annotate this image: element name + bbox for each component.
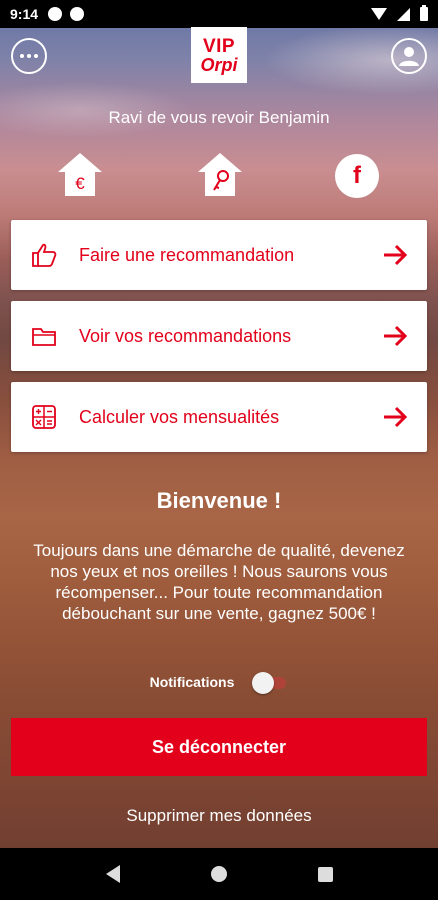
calculate-payments-button[interactable]: Calculer vos mensualités: [11, 382, 427, 452]
notifications-toggle[interactable]: [252, 671, 288, 694]
app-screen: 9:14 VIP Orpi Ravi de vous revoir Benjam…: [0, 0, 438, 900]
notifications-label: Notifications: [149, 674, 235, 690]
signal-icon: [397, 7, 410, 21]
status-bar: 9:14: [0, 0, 438, 28]
vip-orpi-logo: VIP Orpi: [191, 27, 247, 83]
arrow-right-icon: [384, 244, 408, 266]
calculator-icon: [29, 402, 59, 432]
arrow-right-icon: [384, 325, 408, 347]
folder-icon: [29, 321, 59, 351]
more-dots-icon: [20, 54, 38, 58]
notification-dot-icon: [48, 7, 63, 21]
back-icon[interactable]: [105, 865, 120, 883]
logo-line2: Orpi: [200, 54, 238, 75]
facebook-button[interactable]: f: [335, 154, 379, 198]
svg-text:€: €: [75, 174, 85, 193]
house-euro-icon[interactable]: €: [55, 150, 105, 198]
more-options-button[interactable]: [11, 38, 47, 74]
welcome-text: Toujours dans une démarche de qualité, d…: [33, 541, 405, 623]
toggle-thumb: [252, 672, 275, 694]
view-recommendations-label: Voir vos recommandations: [79, 325, 292, 346]
make-recommendation-button[interactable]: Faire une recommandation: [11, 220, 427, 290]
view-recommendations-button[interactable]: Voir vos recommandations: [11, 301, 427, 371]
logo-line1: VIP: [202, 35, 236, 57]
make-recommendation-label: Faire une recommandation: [79, 244, 295, 265]
welcome-title: Bienvenue !: [156, 488, 282, 513]
user-icon: [399, 47, 419, 66]
greeting-text: Ravi de vous revoir Benjamin: [108, 108, 330, 127]
recent-apps-icon[interactable]: [317, 866, 333, 882]
home-icon[interactable]: [210, 866, 227, 882]
calculate-payments-label: Calculer vos mensualités: [79, 406, 280, 427]
status-time: 9:14: [10, 6, 39, 22]
battery-icon: [420, 5, 428, 21]
wifi-icon: [371, 8, 387, 20]
logout-button[interactable]: Se déconnecter: [11, 718, 427, 776]
delete-data-link[interactable]: Supprimer mes données: [0, 806, 438, 826]
profile-button[interactable]: [391, 38, 427, 74]
facebook-icon: f: [353, 162, 361, 189]
arrow-right-icon: [384, 406, 408, 428]
thumbs-up-icon: [29, 240, 59, 270]
app-notification-icon: [70, 7, 85, 21]
status-indicators: [371, 5, 428, 21]
android-nav-bar: [0, 848, 438, 900]
house-key-icon[interactable]: [195, 150, 245, 198]
notifications-row: Notifications: [0, 669, 438, 695]
